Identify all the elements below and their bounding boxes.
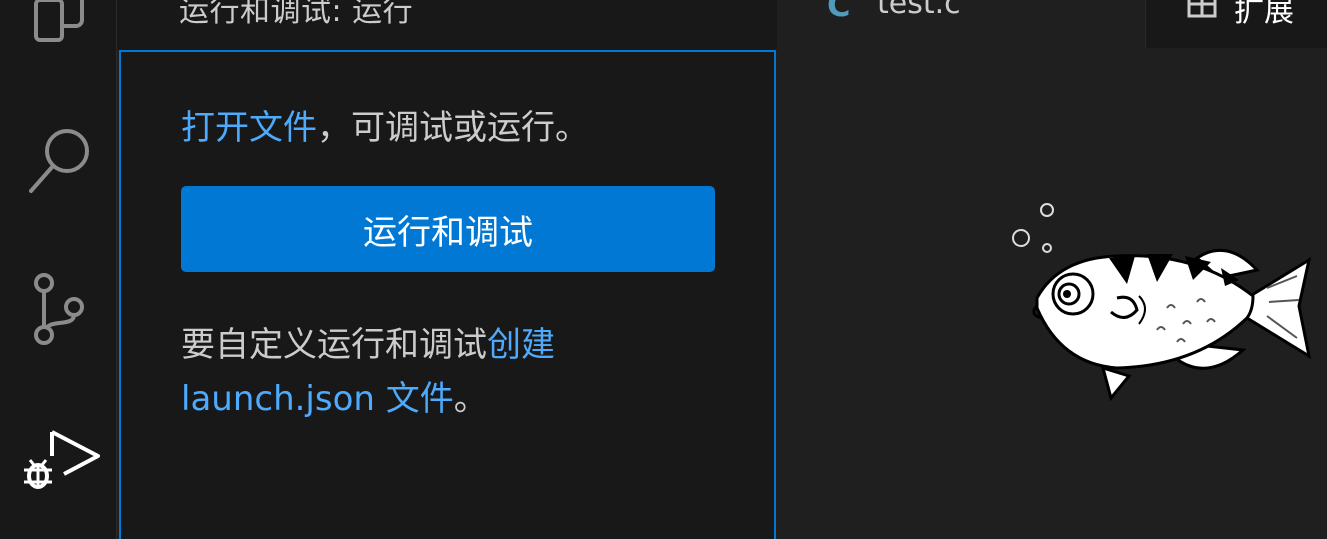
editor-area	[777, 48, 1327, 539]
open-file-suffix: ，可调试或运行。	[317, 108, 589, 148]
customize-launch-text: 要自定义运行和调试创建 launch.json 文件。	[181, 318, 741, 426]
run-debug-icon	[23, 430, 100, 489]
sidebar-header: 运行和调试: 运行	[117, 0, 777, 50]
activity-explorer[interactable]	[0, 0, 117, 70]
open-file-line: 打开文件，可调试或运行。	[181, 100, 589, 149]
run-and-debug-button[interactable]: 运行和调试	[181, 186, 715, 272]
search-icon	[28, 129, 89, 193]
activity-source-control[interactable]	[0, 254, 117, 364]
open-file-link[interactable]: 打开文件	[181, 108, 317, 148]
activity-bar	[0, 0, 117, 539]
extensions-icon	[1187, 0, 1217, 18]
c-file-icon: C	[827, 0, 851, 24]
editor-tabs: C test.c 扩展	[777, 0, 1327, 48]
customize-suffix: 。	[453, 379, 488, 419]
vscode-window: 运行和调试: 运行 打开文件，可调试或运行。 运行和调试 要自定义运行和调试创建…	[0, 0, 1327, 539]
customize-prefix: 要自定义运行和调试	[181, 325, 487, 365]
create-link[interactable]: 创建	[487, 325, 555, 365]
run-debug-view: 打开文件，可调试或运行。 运行和调试 要自定义运行和调试创建 launch.jso…	[119, 50, 776, 539]
activity-run-debug[interactable]	[0, 400, 117, 510]
tab-label: test.c	[877, 0, 961, 21]
explorer-icon	[33, 0, 84, 42]
sidebar-title: 运行和调试: 运行	[179, 0, 414, 29]
archer-fish-watermark	[1012, 203, 1312, 402]
tab-test-c[interactable]: C test.c	[777, 0, 1146, 48]
tab-extensions[interactable]: 扩展	[1146, 0, 1327, 48]
source-control-icon	[33, 273, 84, 345]
launch-json-link[interactable]: launch.json 文件	[181, 379, 454, 419]
activity-search[interactable]	[0, 108, 117, 218]
tab-label: 扩展	[1234, 0, 1294, 29]
